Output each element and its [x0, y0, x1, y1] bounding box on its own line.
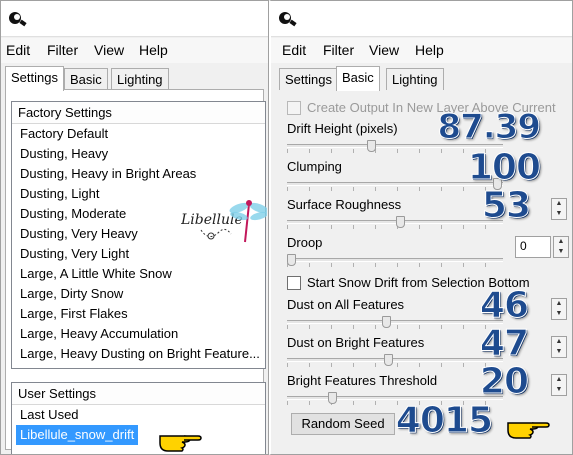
bright-threshold-value: 20: [479, 361, 529, 403]
tab-lighting[interactable]: Lighting: [111, 68, 169, 90]
list-item[interactable]: Large, A Little White Snow: [12, 264, 265, 284]
slider-thumb[interactable]: [328, 392, 337, 404]
spin-down-icon[interactable]: ▼: [552, 385, 566, 395]
list-item-libellule-snow-drift[interactable]: Libellule_snow_drift: [16, 425, 139, 445]
slider-thumb[interactable]: [396, 216, 405, 228]
user-settings-header: User Settings: [12, 383, 265, 405]
settings-panel: Edit Filter View Help Settings Basic Lig…: [0, 0, 269, 455]
droop-spin-buttons[interactable]: ▲ ▼: [553, 236, 569, 258]
clumping-label: Clumping: [287, 159, 342, 174]
spin-up-icon[interactable]: ▲: [552, 375, 566, 385]
list-item[interactable]: Large, Heavy Accumulation: [12, 324, 265, 344]
menu-bar: Edit Filter View Help: [271, 38, 572, 63]
surface-roughness-spin-buttons[interactable]: ▲ ▼: [551, 198, 567, 220]
drift-height-value: 87.39: [437, 107, 542, 148]
tab-basic[interactable]: Basic: [336, 66, 380, 91]
random-seed-value: 4015: [395, 400, 493, 442]
title-bar: [1, 1, 268, 37]
slider-thumb[interactable]: [367, 140, 376, 152]
menu-filter[interactable]: Filter: [46, 41, 79, 59]
surface-roughness-value: 53: [481, 185, 531, 227]
dust-bright-value: 47: [479, 323, 529, 365]
dust-bright-slider[interactable]: [287, 354, 503, 367]
droop-label: Droop: [287, 235, 323, 250]
bright-threshold-spin-buttons[interactable]: ▲ ▼: [551, 374, 567, 396]
random-seed-button[interactable]: Random Seed: [291, 413, 395, 435]
spin-down-icon[interactable]: ▼: [552, 209, 566, 219]
start-drift-checkbox[interactable]: [287, 276, 301, 290]
dust-all-value: 46: [479, 285, 529, 327]
slider-thumb[interactable]: [384, 354, 393, 366]
spin-down-icon[interactable]: ▼: [552, 347, 566, 357]
tab-lighting[interactable]: Lighting: [386, 68, 444, 90]
tab-basic[interactable]: Basic: [64, 68, 108, 90]
dust-all-spin-buttons[interactable]: ▲ ▼: [551, 298, 567, 320]
list-item-last-used[interactable]: Last Used: [12, 405, 265, 425]
spin-up-icon[interactable]: ▲: [554, 237, 568, 247]
menu-filter[interactable]: Filter: [322, 41, 355, 59]
factory-settings-header: Factory Settings: [12, 102, 265, 124]
create-output-checkbox[interactable]: [287, 101, 301, 115]
menu-edit[interactable]: Edit: [281, 41, 307, 59]
bright-threshold-label: Bright Features Threshold: [287, 373, 438, 388]
basic-tab-body: Create Output In New Layer Above Current…: [279, 95, 569, 450]
surface-roughness-slider[interactable]: [287, 216, 503, 229]
slider-thumb[interactable]: [382, 316, 391, 328]
drift-height-label: Drift Height (pixels): [287, 121, 398, 136]
menu-view[interactable]: View: [368, 41, 400, 59]
pointing-hand-icon: [159, 435, 202, 452]
dust-all-slider[interactable]: [287, 316, 503, 329]
basic-panel: Edit Filter View Help Settings Basic Lig…: [269, 0, 573, 455]
app-icon: [9, 12, 27, 27]
pointing-hand-icon: [507, 422, 550, 439]
list-item[interactable]: Factory Default: [12, 124, 265, 144]
slider-thumb[interactable]: [287, 254, 296, 266]
menu-help[interactable]: Help: [414, 41, 445, 59]
list-item[interactable]: Large, Heavy Dusting on Bright Feature..…: [12, 344, 265, 364]
app-icon: [279, 12, 297, 27]
menu-view[interactable]: View: [93, 41, 125, 59]
user-settings-list[interactable]: User Settings Last Used Libellule_snow_d…: [11, 382, 266, 454]
droop-slider[interactable]: [287, 254, 503, 267]
spin-up-icon[interactable]: ▲: [552, 337, 566, 347]
menu-bar: Edit Filter View Help: [1, 38, 268, 63]
spin-down-icon[interactable]: ▼: [552, 309, 566, 319]
spin-up-icon[interactable]: ▲: [552, 299, 566, 309]
surface-roughness-label: Surface Roughness: [287, 197, 402, 212]
libellule-logo: Libellule: [181, 200, 267, 243]
clumping-value: 100: [467, 147, 541, 189]
tab-settings[interactable]: Settings: [279, 68, 338, 90]
spin-up-icon[interactable]: ▲: [552, 199, 566, 209]
spin-down-icon[interactable]: ▼: [554, 247, 568, 257]
title-bar: [271, 1, 572, 37]
droop-input[interactable]: 0: [515, 236, 551, 258]
tab-settings[interactable]: Settings: [5, 66, 64, 91]
list-item[interactable]: Large, Dirty Snow: [12, 284, 265, 304]
list-item[interactable]: Dusting, Heavy: [12, 144, 265, 164]
dust-all-label: Dust on All Features: [287, 297, 405, 312]
menu-edit[interactable]: Edit: [5, 41, 31, 59]
dust-bright-label: Dust on Bright Features: [287, 335, 425, 350]
dust-bright-spin-buttons[interactable]: ▲ ▼: [551, 336, 567, 358]
list-item[interactable]: Dusting, Heavy in Bright Areas: [12, 164, 265, 184]
list-item[interactable]: Large, First Flakes: [12, 304, 265, 324]
menu-help[interactable]: Help: [138, 41, 169, 59]
